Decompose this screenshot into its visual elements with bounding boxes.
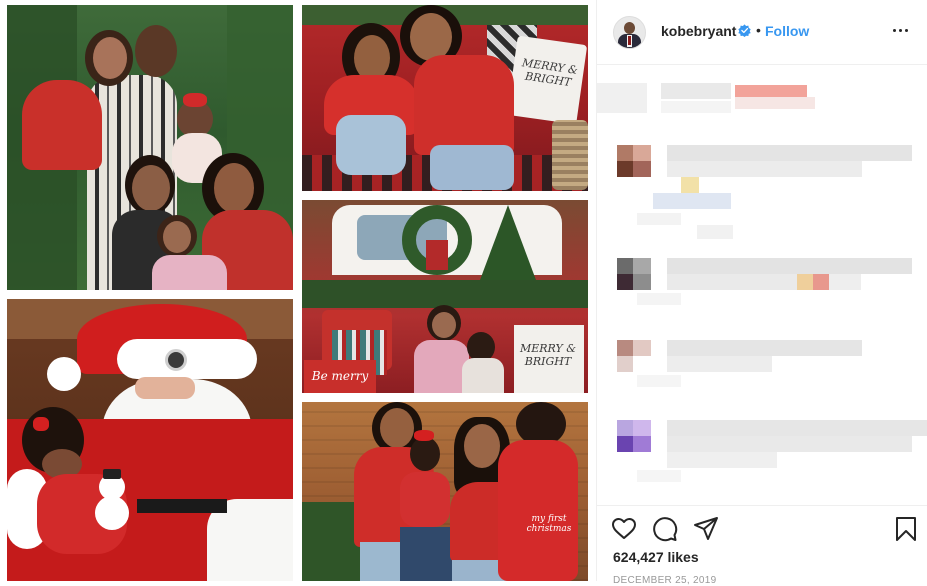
photo-baby-santa: [7, 299, 293, 581]
avatar[interactable]: [613, 16, 646, 49]
blurred-avatar: [633, 420, 651, 436]
photo-family-trees: [7, 5, 293, 290]
follow-button[interactable]: Follow: [765, 23, 809, 39]
bookmark-icon[interactable]: [893, 516, 919, 542]
username-link[interactable]: kobebryant: [661, 23, 736, 39]
blurred-comment: [667, 258, 912, 274]
blurred-avatar: [633, 161, 651, 177]
photo-truck-wreath: Be merry MERRY & BRIGHT: [302, 200, 588, 393]
be-merry-text: Be merry: [311, 369, 369, 383]
blurred-comment: [637, 375, 681, 387]
blurred-avatar: [633, 340, 651, 356]
likes-count[interactable]: 624,427 likes: [613, 549, 699, 565]
blurred-avatar: [617, 356, 633, 372]
blurred-emoji: [797, 274, 813, 290]
blurred-comment: [637, 470, 681, 482]
blurred-avatar: [617, 420, 633, 436]
comments-list: [597, 65, 927, 505]
photo-family-cabin: my first christmas: [302, 402, 588, 581]
blurred-block: [735, 97, 815, 109]
blurred-comment: [637, 293, 681, 305]
blurred-avatar: [633, 258, 651, 274]
share-icon[interactable]: [693, 516, 719, 542]
blurred-avatar: [633, 145, 651, 161]
blurred-avatar: [617, 161, 633, 177]
blurred-block: [661, 101, 731, 113]
photo-sisters-sleigh: MERRY & BRIGHT: [302, 5, 588, 191]
blurred-comment: [697, 225, 733, 239]
blurred-comment: [667, 161, 862, 177]
comment-icon[interactable]: [652, 516, 678, 542]
post-side-panel: kobebryant • Follow 624,427 likes DECEMB…: [596, 0, 927, 586]
blurred-avatar: [617, 145, 633, 161]
blurred-emoji: [813, 274, 829, 290]
blurred-block: [661, 83, 731, 99]
pillow-text-2: MERRY & BRIGHT: [519, 342, 577, 368]
separator-dot: •: [756, 22, 761, 38]
blurred-comment: [667, 420, 927, 436]
blurred-comment: [653, 193, 731, 209]
blurred-comment: [667, 452, 777, 468]
blurred-avatar: [617, 340, 633, 356]
blurred-comment: [667, 436, 912, 452]
blurred-block: [597, 83, 647, 113]
blurred-avatar: [633, 436, 651, 452]
blurred-avatar: [617, 258, 633, 274]
blurred-comment: [829, 274, 861, 290]
blurred-comment: [667, 340, 862, 356]
more-options-icon[interactable]: [889, 20, 913, 40]
blurred-avatar: [633, 274, 651, 290]
post-header: kobebryant • Follow: [597, 0, 927, 65]
blurred-comment: [667, 356, 772, 372]
blurred-comment: [667, 274, 797, 290]
blurred-block: [735, 85, 807, 97]
verified-badge-icon: [738, 24, 751, 37]
blurred-avatar: [617, 274, 633, 290]
onesie-text: my first christmas: [526, 514, 572, 534]
post-image-collage[interactable]: MERRY & BRIGHT Be merry MERRY & BRIGHT m…: [0, 0, 596, 581]
heart-icon[interactable]: [611, 516, 637, 542]
blurred-comment: [637, 213, 681, 225]
blurred-comment: [667, 145, 912, 161]
post-actions-bar: 624,427 likes DECEMBER 25, 2019: [597, 505, 927, 586]
blurred-avatar: [617, 436, 633, 452]
blurred-emoji: [681, 177, 699, 193]
